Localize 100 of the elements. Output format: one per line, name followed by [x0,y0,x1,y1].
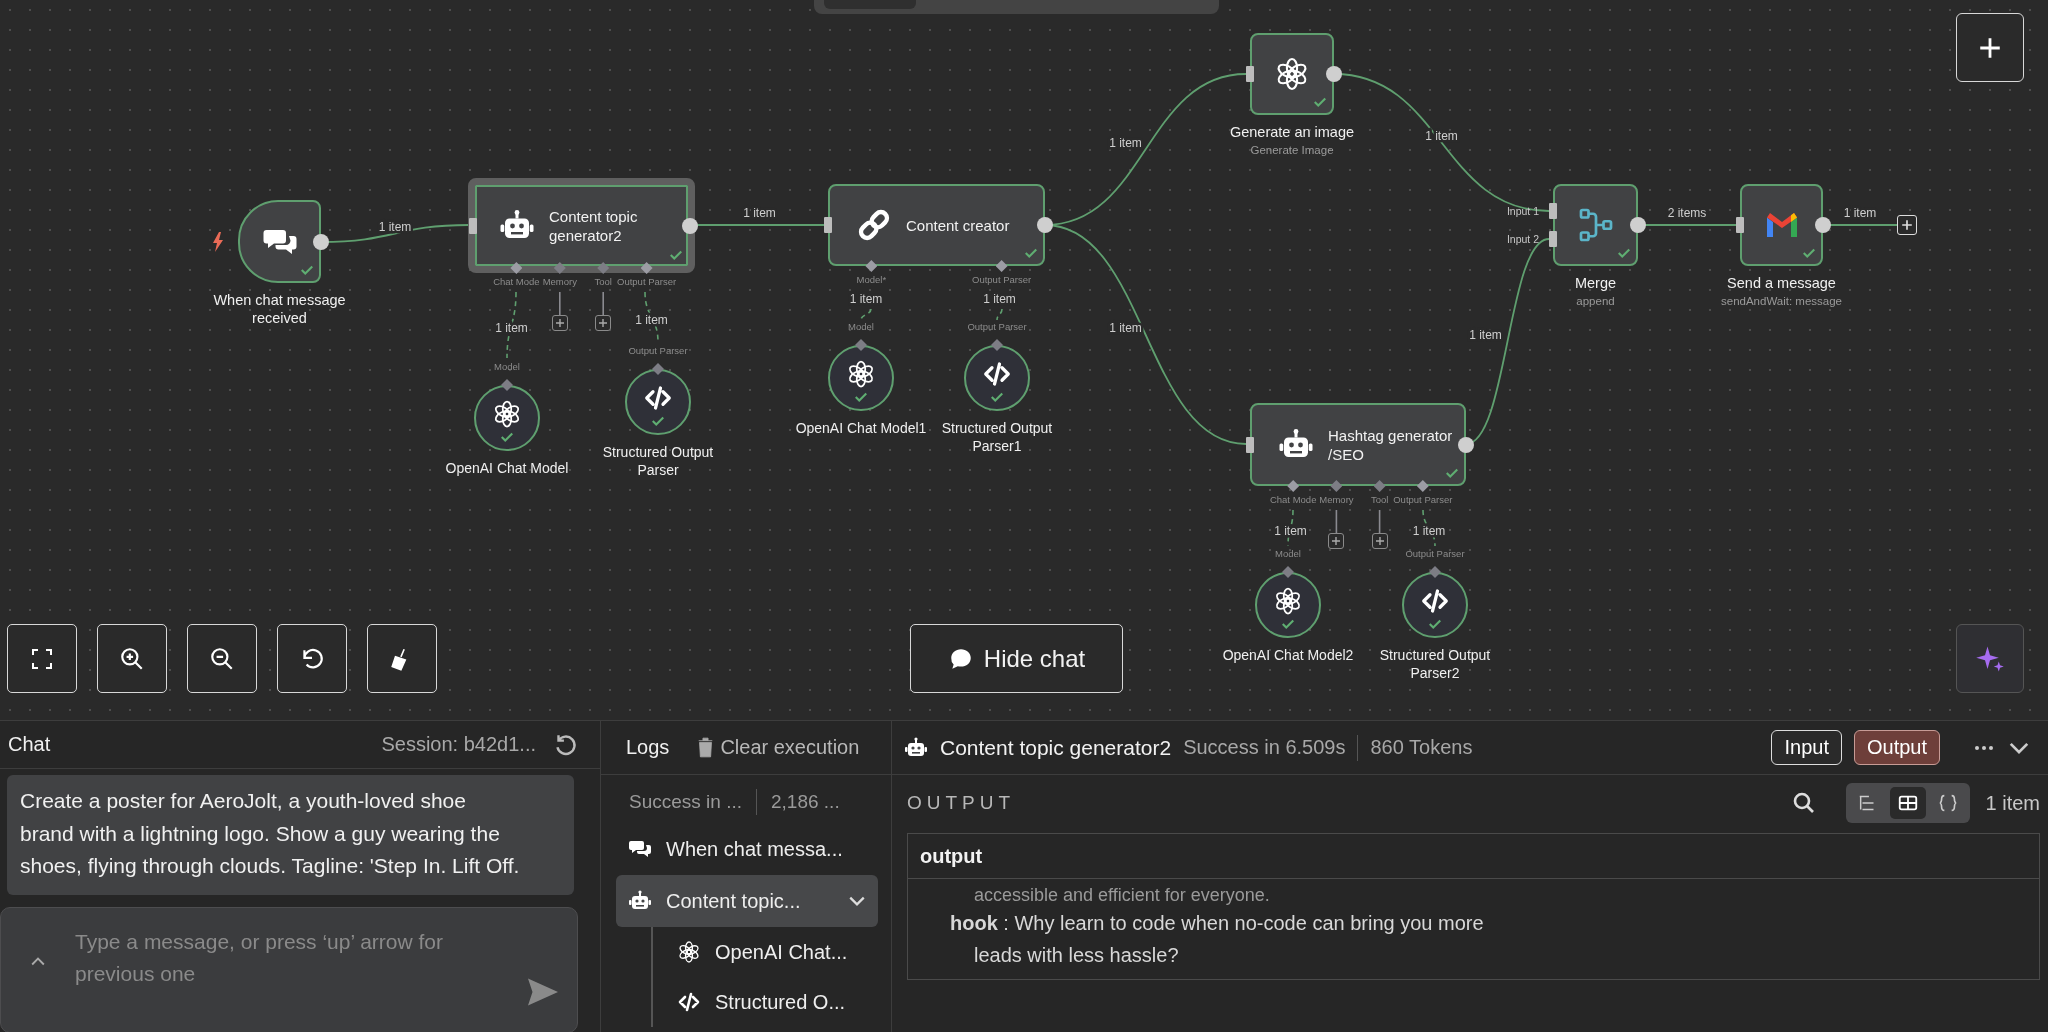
output-port[interactable] [1630,217,1646,233]
workflow-node[interactable]: Content topic generator2 [468,178,695,273]
zoom-in-icon [119,645,145,672]
input-port[interactable] [1549,203,1557,219]
add-node-button[interactable] [551,315,568,331]
run-status: Success in 6.509s [1183,736,1346,759]
connector-line [1378,509,1381,534]
panel-title: Logs [626,736,670,759]
panel-title: Chat [8,733,51,756]
input-port[interactable] [1549,231,1557,247]
add-node-button[interactable] [1371,533,1388,549]
ai-assistant-button[interactable] [1956,624,2024,693]
section-title: OUTPUT [907,792,1016,814]
mode-tab[interactable]: Input [1771,730,1842,765]
handle-label: Output Parser [967,321,1027,332]
node-subtitle: sendAndWait: message [1721,295,1842,307]
edge-label: 1 item [1469,327,1502,342]
node-title: Content topic generator2 [549,206,639,245]
edge-label: 1 item [495,321,528,336]
workflow-node[interactable]: Content creator [828,184,1045,266]
zoom-out-button[interactable] [187,624,257,693]
input-label: Input 1 [1505,204,1539,219]
check-icon [1802,246,1816,260]
handle-label: Chat Mode [493,276,540,287]
edge-label: 1 item [1425,128,1458,143]
clear-execution-button[interactable]: Clear execution [697,736,860,759]
table-cell-text: accessible and efficient for everyone. [973,884,1271,907]
input-port[interactable] [824,217,832,233]
node-title: OpenAI Chat Model2 [1222,646,1354,664]
zoom-in-button[interactable] [97,624,167,693]
chat-message: Create a poster for AeroJolt, a youth-loved shoe brand with a lightning logo. Show a guy wearing the shoes, flying through clouds. Tagline: 'Step In. Lift Off. [7,775,574,895]
log-item[interactable]: OpenAI Chat... [651,927,891,977]
check-icon [1281,617,1295,631]
check-icon [1313,95,1327,109]
log-item[interactable]: Structured O... [651,977,891,1027]
output-port[interactable] [1815,217,1831,233]
check-icon [1617,246,1631,260]
message-input[interactable]: Type a message, or press ‘up’ arrow for previous one [75,925,495,996]
node-subtitle: append [1576,295,1615,307]
trash-icon [697,737,715,758]
session-label: Session: b42d1... [381,733,536,756]
tidy-up-button[interactable] [367,624,437,693]
input-port[interactable] [1736,217,1744,233]
handle-label: Output Parser [628,345,688,356]
handle-label: Tool [594,276,612,287]
check-icon [1428,617,1442,631]
plus-icon [1374,536,1385,546]
handle-label: Output Parser [1393,494,1453,505]
node-title: Merge [1574,274,1617,292]
trigger-node[interactable] [238,200,321,283]
merge-icon [1577,207,1614,243]
fit-view-button[interactable] [7,624,77,693]
workflow-node[interactable]: Hashtag generator /SEO [1250,403,1466,486]
item-count: 1 item [1985,791,2040,815]
input-port[interactable] [1246,436,1254,453]
table-view-button[interactable] [1889,787,1926,819]
node-title: Structured Output Parser1 [940,419,1054,455]
output-port[interactable] [1037,217,1053,233]
sub-node[interactable] [828,345,894,411]
check-icon [300,263,314,277]
node-subtitle: Generate Image [1250,144,1334,156]
workflow-node[interactable] [1740,184,1823,266]
handle-label: Memory [542,276,577,287]
log-item-label: When chat messa... [666,837,843,861]
edge-label: 1 item [378,219,412,234]
edge-label: 2 items [1667,206,1707,221]
knot-icon [846,359,876,389]
output-port[interactable] [1326,66,1342,82]
check-icon [1024,246,1038,260]
handle-label: Output Parser [617,276,677,287]
code-icon [677,990,701,1014]
plus-icon [1331,536,1342,546]
edge-label: 1 item [743,206,776,221]
edge-label: 1 item [635,313,668,328]
input-port[interactable] [1246,66,1254,82]
edge-label: 1 item [1843,206,1877,221]
mode-tab[interactable]: Output [1853,730,1940,765]
code-icon [643,383,673,413]
edge-label: 1 item [1412,524,1446,539]
workflow-node[interactable] [1250,33,1334,115]
search-icon[interactable] [1791,791,1816,815]
lightning-icon [212,231,224,252]
add-node-button[interactable] [1328,533,1345,549]
node-title: Content creator [906,215,1010,235]
add-node-button[interactable] [595,315,612,331]
node-title: OpenAI Chat Model1 [795,419,927,437]
check-icon [500,430,514,444]
hide-chat-button[interactable]: Hide chat [910,624,1123,693]
connector-line [559,291,561,316]
log-item[interactable]: When chat messa... [616,823,878,875]
check-icon [854,390,868,404]
edge-label: 1 item [983,292,1016,307]
caret-icon[interactable] [31,955,45,966]
node-name: Content topic generator2 [940,735,1172,760]
workflow-node[interactable] [1553,184,1638,266]
message-field[interactable]: Type a message, or press ‘up’ arrow for previous one [0,906,578,1032]
log-item[interactable]: Content topic... [616,875,878,927]
input-port[interactable] [469,217,477,234]
reset-zoom-button[interactable] [277,624,347,693]
node-title: Send a message [1727,274,1836,292]
